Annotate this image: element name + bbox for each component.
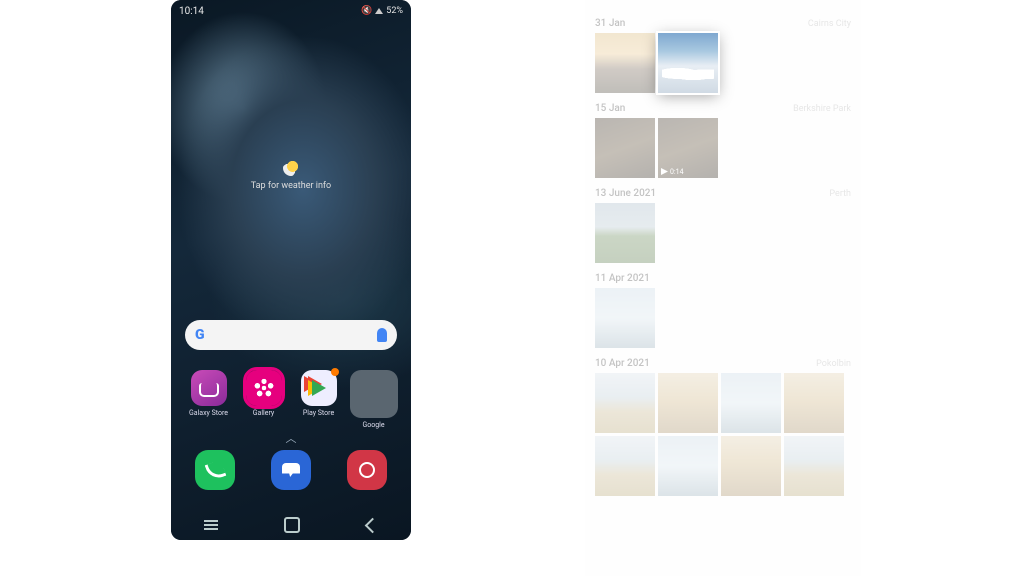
nav-back-button[interactable] bbox=[365, 517, 381, 533]
app-label: Google bbox=[362, 421, 384, 429]
app-label: Galaxy Store bbox=[189, 409, 228, 417]
weather-icon bbox=[283, 160, 299, 176]
gallery-section: 13 June 2021 Perth bbox=[595, 188, 851, 263]
section-location: Berkshire Park bbox=[793, 104, 851, 114]
galaxy-store-icon bbox=[191, 370, 227, 406]
photo-thumbnail[interactable] bbox=[595, 118, 655, 178]
app-galaxy-store[interactable]: Galaxy Store bbox=[186, 370, 232, 429]
notification-dot-icon bbox=[331, 368, 339, 376]
play-store-icon bbox=[301, 370, 337, 406]
section-date: 15 Jan bbox=[595, 103, 625, 114]
app-phone[interactable] bbox=[195, 450, 235, 490]
app-gallery[interactable]: Gallery bbox=[241, 370, 287, 429]
nav-recent-button[interactable] bbox=[204, 524, 218, 526]
mic-icon[interactable] bbox=[377, 328, 387, 342]
app-messages[interactable] bbox=[271, 450, 311, 490]
chevron-up-icon: ︿ bbox=[286, 432, 297, 445]
phone-home-screen: 10:14 🔇 52% Tap for weather info G Galax… bbox=[171, 0, 411, 540]
photo-thumbnail[interactable] bbox=[595, 373, 655, 433]
phone-gallery-screen: 31 Jan Cairns City 15 Jan Berkshire Park… bbox=[585, 0, 861, 576]
photo-thumbnail[interactable] bbox=[595, 288, 655, 348]
gallery-section: 10 Apr 2021 Pokolbin bbox=[595, 358, 851, 496]
section-date: 31 Jan bbox=[595, 18, 625, 29]
signal-icon bbox=[375, 8, 383, 14]
dock bbox=[171, 450, 411, 490]
photo-thumbnail[interactable] bbox=[721, 436, 781, 496]
video-thumbnail[interactable]: 0:14 bbox=[658, 118, 718, 178]
photo-thumbnail[interactable] bbox=[658, 436, 718, 496]
gallery-icon bbox=[246, 370, 282, 406]
app-camera[interactable] bbox=[347, 450, 387, 490]
status-time: 10:14 bbox=[179, 6, 204, 17]
photo-thumbnail[interactable] bbox=[595, 203, 655, 263]
gallery-section: 11 Apr 2021 bbox=[595, 273, 851, 348]
photo-thumbnail[interactable] bbox=[658, 373, 718, 433]
google-logo-icon: G bbox=[195, 327, 205, 343]
photo-thumbnail[interactable] bbox=[595, 436, 655, 496]
section-location: Cairns City bbox=[808, 19, 851, 29]
home-app-row: Galaxy Store Gallery Play Store Google bbox=[171, 370, 411, 429]
section-date: 13 June 2021 bbox=[595, 188, 656, 199]
section-date: 10 Apr 2021 bbox=[595, 358, 650, 369]
weather-hint: Tap for weather info bbox=[251, 181, 331, 191]
photo-thumbnail[interactable] bbox=[595, 33, 655, 93]
status-bar: 10:14 🔇 52% bbox=[171, 0, 411, 22]
app-label: Play Store bbox=[303, 409, 334, 417]
google-search-bar[interactable]: G bbox=[185, 320, 397, 350]
gallery-section: 31 Jan Cairns City bbox=[595, 18, 851, 93]
battery-text: 52% bbox=[386, 6, 403, 16]
app-google-folder[interactable]: Google bbox=[351, 370, 397, 429]
gallery-section: 15 Jan Berkshire Park 0:14 bbox=[595, 103, 851, 178]
weather-widget[interactable]: Tap for weather info bbox=[171, 160, 411, 191]
navigation-bar bbox=[171, 510, 411, 540]
nav-home-button[interactable] bbox=[284, 517, 300, 533]
photo-thumbnail[interactable] bbox=[721, 373, 781, 433]
section-location: Perth bbox=[829, 189, 851, 199]
app-drawer-handle[interactable]: ︿ bbox=[171, 430, 411, 446]
app-label: Gallery bbox=[253, 409, 274, 417]
video-duration: 0:14 bbox=[670, 168, 684, 176]
section-location: Pokolbin bbox=[816, 359, 851, 369]
photo-thumbnail-selected[interactable] bbox=[658, 33, 718, 93]
app-play-store[interactable]: Play Store bbox=[296, 370, 342, 429]
google-folder-icon bbox=[350, 370, 398, 418]
volume-icon: 🔇 bbox=[361, 6, 372, 16]
photo-thumbnail[interactable] bbox=[784, 436, 844, 496]
section-date: 11 Apr 2021 bbox=[595, 273, 650, 284]
photo-thumbnail[interactable] bbox=[784, 373, 844, 433]
